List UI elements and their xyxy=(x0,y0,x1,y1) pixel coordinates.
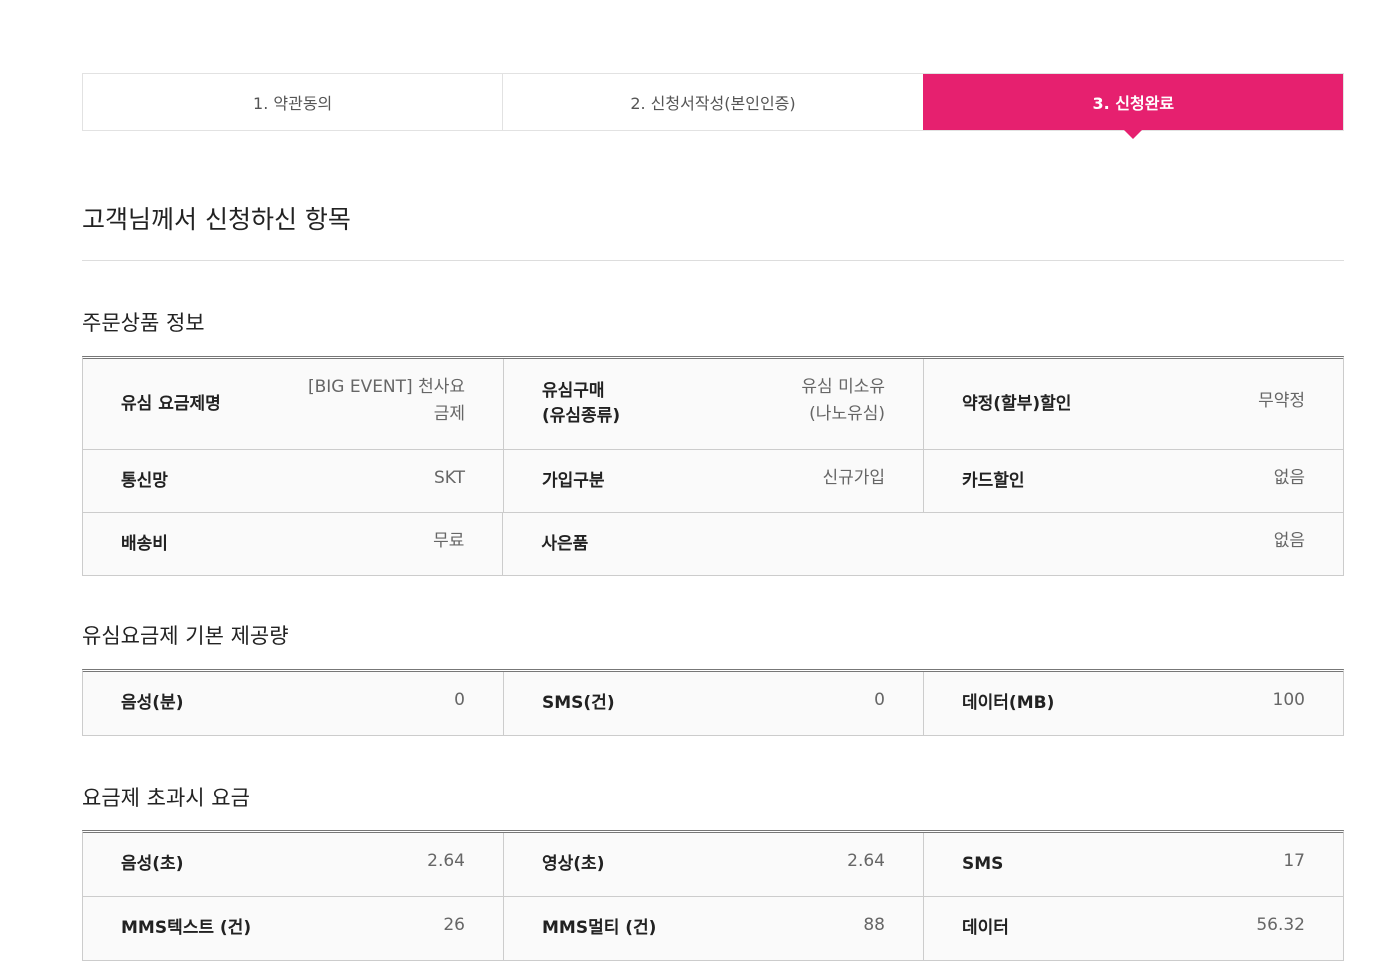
table-row: 음성(분) 0 SMS(건) 0 데이터(MB) 100 xyxy=(83,672,1343,736)
cell-label: 데이터 xyxy=(962,918,1009,938)
cell-value: 무료 xyxy=(433,530,465,551)
cell-value: 88 xyxy=(863,915,885,935)
cell-label: MMS텍스트 (건) xyxy=(121,918,252,938)
cell-value: 0 xyxy=(454,690,465,710)
cell-value: 없음 xyxy=(1273,467,1305,488)
cell-value: 무약정 xyxy=(1258,390,1305,411)
overage-section-title: 요금제 초과시 요금 xyxy=(82,786,250,810)
step-terms[interactable]: 1. 약관동의 xyxy=(83,74,502,130)
cell-label: MMS멀티 (건) xyxy=(542,918,657,938)
progress-steps: 1. 약관동의 2. 신청서작성(본인인증) 3. 신청완료 xyxy=(82,73,1344,131)
cell-value: 2.64 xyxy=(427,851,465,871)
table-row: 배송비 무료 사은품 없음 xyxy=(83,513,1343,576)
cell-label: 약정(할부)할인 xyxy=(962,393,1072,414)
cell-label: SMS xyxy=(962,854,1004,874)
page-title: 고객님께서 신청하신 항목 xyxy=(82,205,351,234)
cell-value: SKT xyxy=(433,467,465,488)
cell-value: 0 xyxy=(874,690,885,710)
data-mb-cell: 데이터(MB) 100 xyxy=(923,672,1343,735)
cell-label: 유심구매 (유심종류) xyxy=(542,381,621,426)
cell-label: 배송비 xyxy=(121,533,168,554)
table-row: MMS텍스트 (건) 26 MMS멀티 (건) 88 데이터 56.32 xyxy=(83,897,1343,961)
cell-label: 데이터(MB) xyxy=(962,693,1055,713)
mms-text-cell: MMS텍스트 (건) 26 xyxy=(83,897,503,960)
usim-purchase-cell: 유심구매 (유심종류) 유심 미소유 (나노유심) xyxy=(503,359,923,449)
sms-fee-cell: SMS 17 xyxy=(923,833,1343,896)
step-application-form[interactable]: 2. 신청서작성(본인인증) xyxy=(502,74,922,130)
cell-value: 100 xyxy=(1272,690,1305,710)
overage-fee-table: 음성(초) 2.64 영상(초) 2.64 SMS 17 MMS텍스트 (건) … xyxy=(82,830,1344,961)
cell-value: 2.64 xyxy=(847,851,885,871)
network-cell: 통신망 SKT xyxy=(83,450,503,512)
cell-value: 신규가입 xyxy=(822,467,885,488)
plan-name-cell: 유심 요금제명 [BIG EVENT] 천사요 금제 xyxy=(83,359,503,449)
shipping-fee-cell: 배송비 무료 xyxy=(83,513,503,575)
mms-multi-cell: MMS멀티 (건) 88 xyxy=(503,897,923,960)
cell-label: 음성(초) xyxy=(121,854,184,874)
order-info-table: 유심 요금제명 [BIG EVENT] 천사요 금제 유심구매 (유심종류) 유… xyxy=(82,356,1344,576)
cell-value: 없음 xyxy=(1273,530,1305,551)
contract-discount-cell: 약정(할부)할인 무약정 xyxy=(923,359,1343,449)
cell-label: 영상(초) xyxy=(542,854,605,874)
cell-label: SMS(건) xyxy=(542,693,615,713)
cell-label: 통신망 xyxy=(121,470,168,491)
cell-label: 가입구분 xyxy=(542,470,605,491)
cell-value: 26 xyxy=(443,915,465,935)
voice-minutes-cell: 음성(분) 0 xyxy=(83,672,503,735)
cell-label: 카드할인 xyxy=(962,470,1025,491)
cell-value: 56.32 xyxy=(1256,915,1305,935)
cell-label: 유심 요금제명 xyxy=(121,393,221,414)
cell-label: 음성(분) xyxy=(121,693,184,713)
card-discount-cell: 카드할인 없음 xyxy=(923,450,1343,512)
data-fee-cell: 데이터 56.32 xyxy=(923,897,1343,960)
table-row: 통신망 SKT 가입구분 신규가입 카드할인 없음 xyxy=(83,450,1343,513)
title-divider xyxy=(82,260,1344,261)
cell-value: 유심 미소유 (나노유심) xyxy=(801,377,885,424)
sms-count-cell: SMS(건) 0 xyxy=(503,672,923,735)
basic-allowance-table: 음성(분) 0 SMS(건) 0 데이터(MB) 100 xyxy=(82,669,1344,736)
table-row: 음성(초) 2.64 영상(초) 2.64 SMS 17 xyxy=(83,833,1343,897)
gift-cell: 사은품 없음 xyxy=(502,513,1343,575)
step-complete[interactable]: 3. 신청완료 xyxy=(922,74,1343,130)
order-section-title: 주문상품 정보 xyxy=(82,311,205,335)
cell-value: 17 xyxy=(1283,851,1305,871)
cell-value: [BIG EVENT] 천사요 금제 xyxy=(307,377,465,424)
cell-label: 사은품 xyxy=(541,533,589,554)
subscription-type-cell: 가입구분 신규가입 xyxy=(503,450,923,512)
table-row: 유심 요금제명 [BIG EVENT] 천사요 금제 유심구매 (유심종류) 유… xyxy=(83,359,1343,450)
video-seconds-cell: 영상(초) 2.64 xyxy=(503,833,923,896)
voice-seconds-cell: 음성(초) 2.64 xyxy=(83,833,503,896)
basic-allowance-section-title: 유심요금제 기본 제공량 xyxy=(82,624,289,648)
